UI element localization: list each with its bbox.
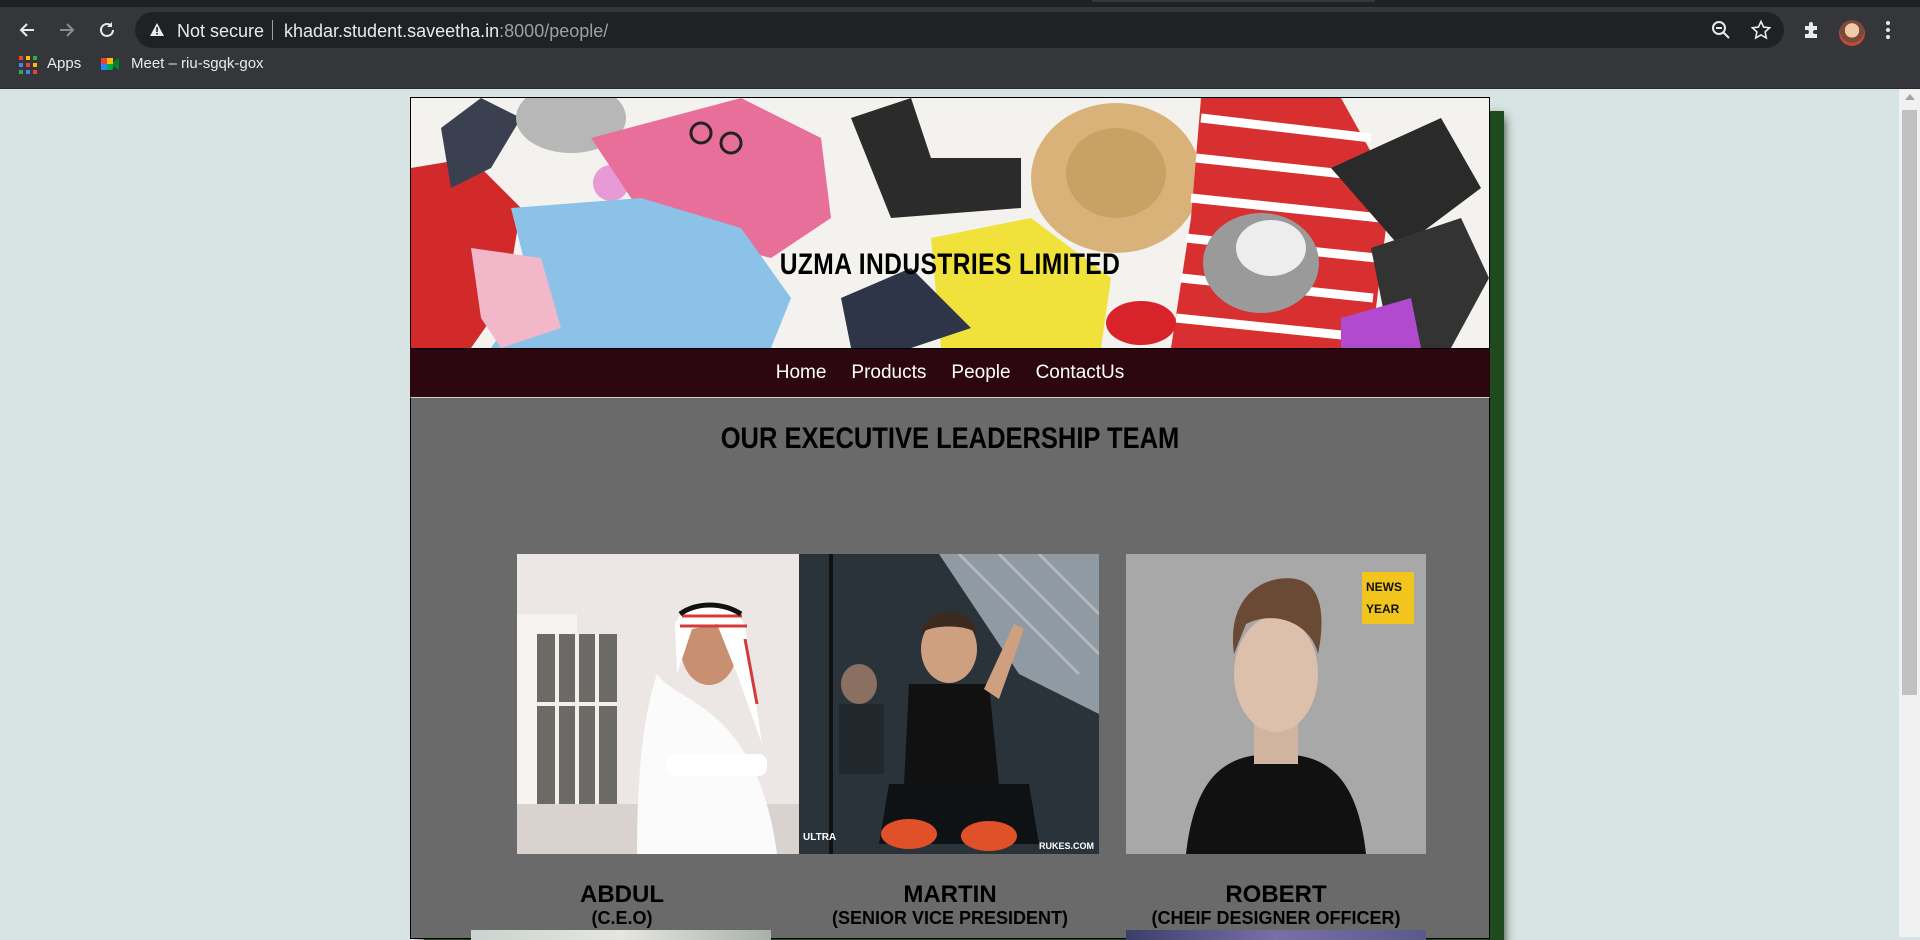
apps-grid-icon[interactable] [19, 56, 37, 74]
nav-contactus[interactable]: ContactUs [1036, 362, 1125, 384]
person-role-abdul: (C.E.O) [591, 908, 653, 928]
scroll-up-arrow-icon[interactable] [1905, 94, 1915, 100]
watermark-ultra: ULTRA [803, 832, 837, 843]
warning-triangle-icon[interactable] [149, 22, 165, 42]
person-name-martin: MARTIN [903, 881, 997, 908]
bookmarks-bar [0, 50, 1920, 89]
main-nav: Home Products People ContactUs [410, 349, 1490, 397]
security-status[interactable]: Not secure [177, 21, 264, 42]
profile-avatar[interactable] [1839, 20, 1865, 46]
person-role-martin: (SENIOR VICE PRESIDENT) [831, 908, 1069, 928]
banner-title: UZMA INDUSTRIES LIMITED [779, 248, 1121, 281]
watermark-news: NEWS [1366, 580, 1402, 594]
nav-home[interactable]: Home [776, 362, 827, 384]
content-panel: OUR EXECUTIVE LEADERSHIP TEAM ULTRA RUKE… [410, 397, 1490, 940]
person-name-abdul: ABDUL [580, 881, 664, 908]
watermark-rukes: RUKES.COM [1039, 841, 1095, 851]
person-name-robert: ROBERT [1225, 881, 1327, 908]
star-bookmark-icon[interactable] [1750, 19, 1772, 45]
url-path: :8000/people/ [499, 21, 609, 41]
extensions-puzzle-icon[interactable] [1801, 19, 1823, 46]
next-photo-left [471, 930, 771, 940]
url-host: khadar.student.saveetha.in [284, 21, 500, 41]
site-container: UZMA INDUSTRIES LIMITED Home Products Pe… [410, 97, 1490, 940]
address-bar[interactable]: Not secure khadar.student.saveetha.in:80… [135, 12, 1784, 48]
omnibox-divider [272, 20, 273, 40]
reload-icon[interactable] [91, 14, 123, 46]
banner: UZMA INDUSTRIES LIMITED [410, 97, 1490, 349]
bookmark-apps[interactable]: Apps [47, 55, 81, 72]
scrollbar-thumb[interactable] [1902, 110, 1917, 695]
kebab-menu-icon[interactable] [1884, 19, 1892, 46]
google-meet-icon[interactable] [101, 56, 120, 72]
tab-strip [0, 0, 1920, 7]
nav-people[interactable]: People [951, 362, 1010, 384]
url-text[interactable]: khadar.student.saveetha.in:8000/people/ [284, 21, 608, 42]
forward-arrow-icon[interactable] [51, 14, 83, 46]
photo-martin: ULTRA RUKES.COM [799, 554, 1099, 854]
photo-abdul [517, 554, 799, 854]
active-tab-edge[interactable] [1092, 0, 1375, 2]
person-role-robert: (CHEIF DESIGNER OFFICER) [1151, 908, 1401, 928]
browser-toolbar: Not secure khadar.student.saveetha.in:80… [0, 7, 1920, 50]
back-arrow-icon[interactable] [11, 14, 43, 46]
nav-products[interactable]: Products [851, 362, 926, 384]
photo-robert: NEWS YEAR [1126, 554, 1426, 854]
bookmark-meet[interactable]: Meet – riu-sgqk-gox [131, 55, 264, 72]
next-photo-right [1126, 930, 1426, 940]
zoom-icon[interactable] [1711, 20, 1731, 45]
watermark-year: YEAR [1366, 602, 1400, 616]
clothing-banner-image [411, 98, 1489, 348]
section-title: OUR EXECUTIVE LEADERSHIP TEAM [720, 422, 1180, 455]
